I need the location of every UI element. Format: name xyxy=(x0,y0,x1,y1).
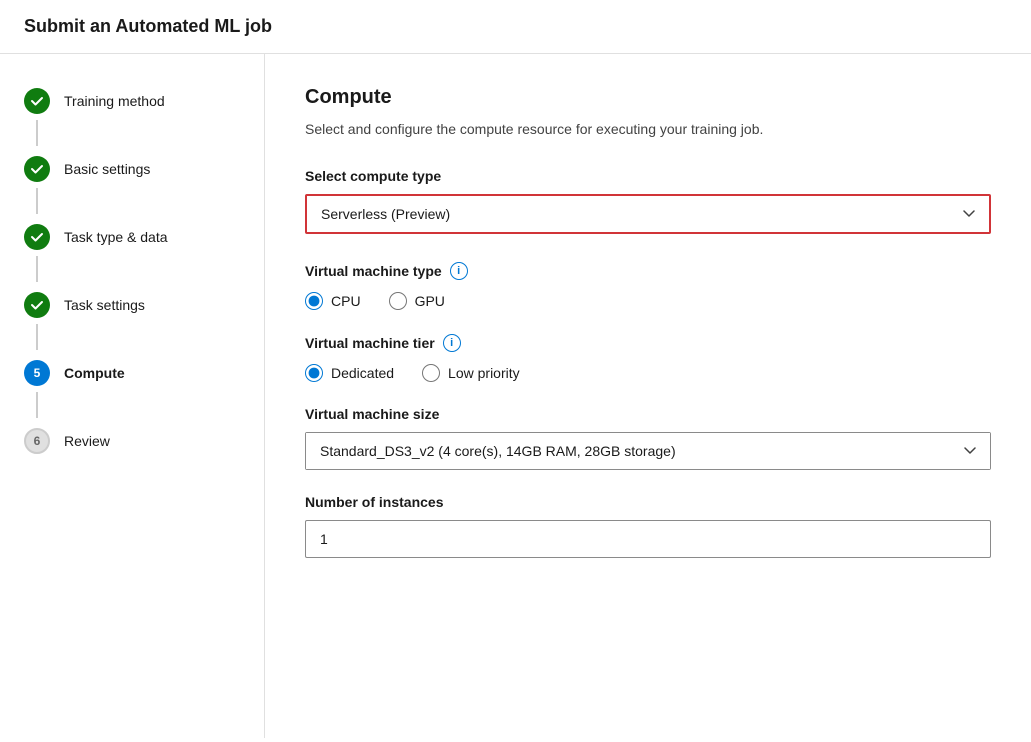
sidebar-item-compute[interactable]: 5 Compute xyxy=(0,350,264,396)
compute-type-label: Select compute type xyxy=(305,168,991,184)
vm-type-gpu-radio[interactable] xyxy=(389,292,407,310)
vm-tier-radio-group: Dedicated Low priority xyxy=(305,364,991,382)
step-label-training-method: Training method xyxy=(64,93,165,109)
vm-tier-low-priority-option[interactable]: Low priority xyxy=(422,364,520,382)
vm-tier-dedicated-option[interactable]: Dedicated xyxy=(305,364,394,382)
step-icon-task-type xyxy=(24,224,50,250)
vm-tier-low-priority-radio[interactable] xyxy=(422,364,440,382)
step-icon-training-method xyxy=(24,88,50,114)
instances-input[interactable] xyxy=(305,520,991,558)
vm-size-select[interactable]: Standard_DS3_v2 (4 core(s), 14GB RAM, 28… xyxy=(306,433,990,469)
instances-section: Number of instances xyxy=(305,494,991,558)
content-area: Compute Select and configure the compute… xyxy=(265,54,1031,738)
vm-type-cpu-radio[interactable] xyxy=(305,292,323,310)
vm-type-radio-group: CPU GPU xyxy=(305,292,991,310)
compute-type-select[interactable]: Serverless (Preview) Compute cluster Com… xyxy=(307,196,989,232)
vm-type-section: Virtual machine type i CPU GPU xyxy=(305,262,991,310)
vm-type-gpu-option[interactable]: GPU xyxy=(389,292,445,310)
sidebar-item-training-method[interactable]: Training method xyxy=(0,78,264,124)
vm-size-section: Virtual machine size Standard_DS3_v2 (4 … xyxy=(305,406,991,470)
vm-type-label: Virtual machine type xyxy=(305,263,442,279)
vm-tier-section: Virtual machine tier i Dedicated Low pri… xyxy=(305,334,991,382)
vm-size-label: Virtual machine size xyxy=(305,406,991,422)
compute-type-section: Select compute type Serverless (Preview)… xyxy=(305,168,991,234)
vm-type-cpu-option[interactable]: CPU xyxy=(305,292,361,310)
sidebar-item-task-settings[interactable]: Task settings xyxy=(0,282,264,328)
vm-type-gpu-label: GPU xyxy=(415,293,445,309)
instances-label: Number of instances xyxy=(305,494,991,510)
sidebar-item-task-type[interactable]: Task type & data xyxy=(0,214,264,260)
step-label-compute: Compute xyxy=(64,365,125,381)
vm-size-dropdown: Standard_DS3_v2 (4 core(s), 14GB RAM, 28… xyxy=(305,432,991,470)
step-label-task-type: Task type & data xyxy=(64,229,168,245)
vm-tier-header: Virtual machine tier i xyxy=(305,334,991,352)
step-label-basic-settings: Basic settings xyxy=(64,161,150,177)
vm-tier-label: Virtual machine tier xyxy=(305,335,435,351)
vm-tier-dedicated-label: Dedicated xyxy=(331,365,394,381)
vm-tier-low-priority-label: Low priority xyxy=(448,365,520,381)
main-layout: Training method Basic settings Task type… xyxy=(0,54,1031,738)
step-label-task-settings: Task settings xyxy=(64,297,145,313)
step-icon-compute: 5 xyxy=(24,360,50,386)
content-title: Compute xyxy=(305,86,991,109)
step-label-review: Review xyxy=(64,433,110,449)
vm-tier-info-icon[interactable]: i xyxy=(443,334,461,352)
step-icon-review: 6 xyxy=(24,428,50,454)
vm-tier-dedicated-radio[interactable] xyxy=(305,364,323,382)
vm-type-cpu-label: CPU xyxy=(331,293,361,309)
vm-type-header: Virtual machine type i xyxy=(305,262,991,280)
compute-type-dropdown-wrapper: Serverless (Preview) Compute cluster Com… xyxy=(307,196,989,232)
page-header: Submit an Automated ML job xyxy=(0,0,1031,54)
step-icon-task-settings xyxy=(24,292,50,318)
compute-type-dropdown-container: Serverless (Preview) Compute cluster Com… xyxy=(305,194,991,234)
step-icon-basic-settings xyxy=(24,156,50,182)
vm-type-info-icon[interactable]: i xyxy=(450,262,468,280)
sidebar-item-review[interactable]: 6 Review xyxy=(0,418,264,464)
sidebar-item-basic-settings[interactable]: Basic settings xyxy=(0,146,264,192)
sidebar: Training method Basic settings Task type… xyxy=(0,54,265,738)
page-title: Submit an Automated ML job xyxy=(24,16,1007,37)
content-description: Select and configure the compute resourc… xyxy=(305,119,991,140)
